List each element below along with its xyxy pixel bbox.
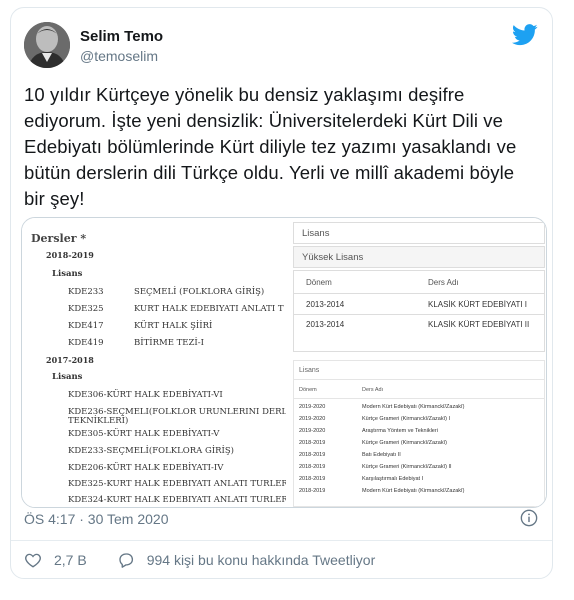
table-cell: 2019-2020	[299, 416, 326, 422]
course-row: KDE206-KÜRT HALK EDEBİYATI-IV	[68, 463, 224, 473]
tweet-actions: 2,7 B 994 kişi bu konu hakkında Tweetliy…	[24, 551, 375, 569]
table-cell: Karşılaştırmalı Edebiyat I	[362, 476, 424, 482]
table-cell: 2018-2019	[299, 440, 326, 446]
tab-yuksek-lisans: Yüksek Lisans	[293, 246, 545, 268]
course-code: KDE419	[68, 338, 104, 348]
user-handle[interactable]: @temoselim	[80, 48, 158, 64]
course-row: KDE325-KÜRT HALK EDEBİYATI ANLATI TÜRLER…	[68, 479, 286, 489]
table-cell: Batı Edebiyatı II	[362, 452, 401, 458]
thesis-table: Dönem Ders Adı 2013-2014 KLASİK KÜRT EDE…	[293, 270, 545, 352]
heart-icon[interactable]	[24, 551, 42, 569]
doc-level-2: Lisans	[52, 372, 83, 382]
twitter-bird-icon[interactable]	[512, 24, 538, 46]
course-code: KDE233	[68, 287, 104, 297]
tab-label: Yüksek Lisans	[302, 252, 364, 263]
tab-lisans: Lisans	[293, 222, 545, 244]
table-cell: 2018-2019	[299, 464, 326, 470]
table-cell: Kürtçe Grameri (Kirmanckî/Zazakî) II	[362, 464, 452, 470]
doc-level-1: Lisans	[52, 269, 83, 279]
doc-year-2: 2017-2018	[46, 355, 94, 365]
table-title: Lisans	[299, 367, 320, 374]
course-row: KDE305-KÜRT HALK EDEBİYATI-V	[68, 429, 220, 439]
course-row: TEKNİKLERİ)	[68, 416, 129, 426]
conversation-text[interactable]: 994 kişi bu konu hakkında Tweetliyor	[147, 552, 376, 568]
course-code: KDE417	[68, 321, 104, 331]
info-icon[interactable]	[520, 509, 538, 527]
table-cell: KLASİK KÜRT EDEBİYATI II	[428, 320, 530, 329]
doc-year-1: 2018-2019	[46, 250, 94, 260]
table-cell: Modern Kürt Edebiyatı (Kirmanckî/Zazakî)	[362, 488, 465, 494]
table-cell: Modern Kürt Edebiyatı (Kirmanckî/Zazakî)	[362, 404, 465, 410]
thesis-table-document: Lisans Yüksek Lisans Dönem Ders Adı 2013…	[289, 218, 546, 507]
table-cell: 2019-2020	[299, 404, 326, 410]
tab-label: Lisans	[302, 228, 330, 239]
tweet-media-image[interactable]: Dersler * 2018-2019 Lisans KDE233 SEÇMEL…	[21, 217, 547, 508]
avatar-photo-icon	[24, 22, 70, 68]
course-code: KDE325	[68, 304, 104, 314]
table-cell: 2013-2014	[306, 320, 345, 329]
courses-table: Lisans Dönem Ders Adı 2019-2020 Modern K…	[293, 360, 545, 507]
divider	[11, 540, 552, 541]
table-cell: 2018-2019	[299, 476, 326, 482]
course-row: KDE306-KÜRT HALK EDEBİYATI-VI	[68, 390, 223, 400]
avatar[interactable]	[24, 22, 70, 68]
table-cell: 2019-2020	[299, 428, 326, 434]
col-header: Dönem	[299, 387, 317, 393]
tweet-timestamp[interactable]: ÖS 4:17 · 30 Tem 2020	[24, 511, 169, 527]
course-row: KDE233-SEÇMELİ(FOLKLORA GİRİŞ)	[68, 446, 234, 456]
course-row: KDE324-KÜRT HALK EDEBİYATI ANLATI TÜRLER…	[68, 495, 286, 505]
doc-heading: Dersler *	[31, 232, 87, 245]
course-name: KÜRT HALK ŞİİRİ	[134, 321, 213, 331]
col-header: Ders Adı	[362, 387, 384, 393]
course-name: SEÇMELİ (FOLKLORA GİRİŞ)	[134, 287, 265, 297]
table-cell: 2018-2019	[299, 488, 326, 494]
reply-icon[interactable]	[117, 551, 135, 569]
table-cell: Araştırma Yöntem ve Teknikleri	[362, 428, 438, 434]
course-list-document: Dersler * 2018-2019 Lisans KDE233 SEÇMEL…	[22, 218, 287, 507]
table-cell: Kürtçe Grameri (Kirmanckî/Zazakî) I	[362, 416, 451, 422]
table-cell: KLASİK KÜRT EDEBİYATI I	[428, 300, 527, 309]
course-name: BİTİRME TEZİ-I	[134, 338, 205, 348]
tweet-text: 10 yıldır Kürtçeye yönelik bu densiz yak…	[24, 84, 517, 209]
display-name[interactable]: Selim Temo	[80, 28, 163, 45]
like-count[interactable]: 2,7 B	[54, 552, 87, 568]
course-name: KÜRT HALK EDEBİYATI ANLATI TÜRL	[134, 304, 284, 314]
tweet-card[interactable]: Selim Temo @temoselim 10 yıldır Kürtçeye…	[10, 7, 553, 579]
col-header: Ders Adı	[428, 278, 459, 287]
table-cell: Kürtçe Grameri (Kirmanckî/Zazakî)	[362, 440, 447, 446]
table-cell: 2018-2019	[299, 452, 326, 458]
col-header: Dönem	[306, 278, 332, 287]
table-cell: 2013-2014	[306, 300, 345, 309]
